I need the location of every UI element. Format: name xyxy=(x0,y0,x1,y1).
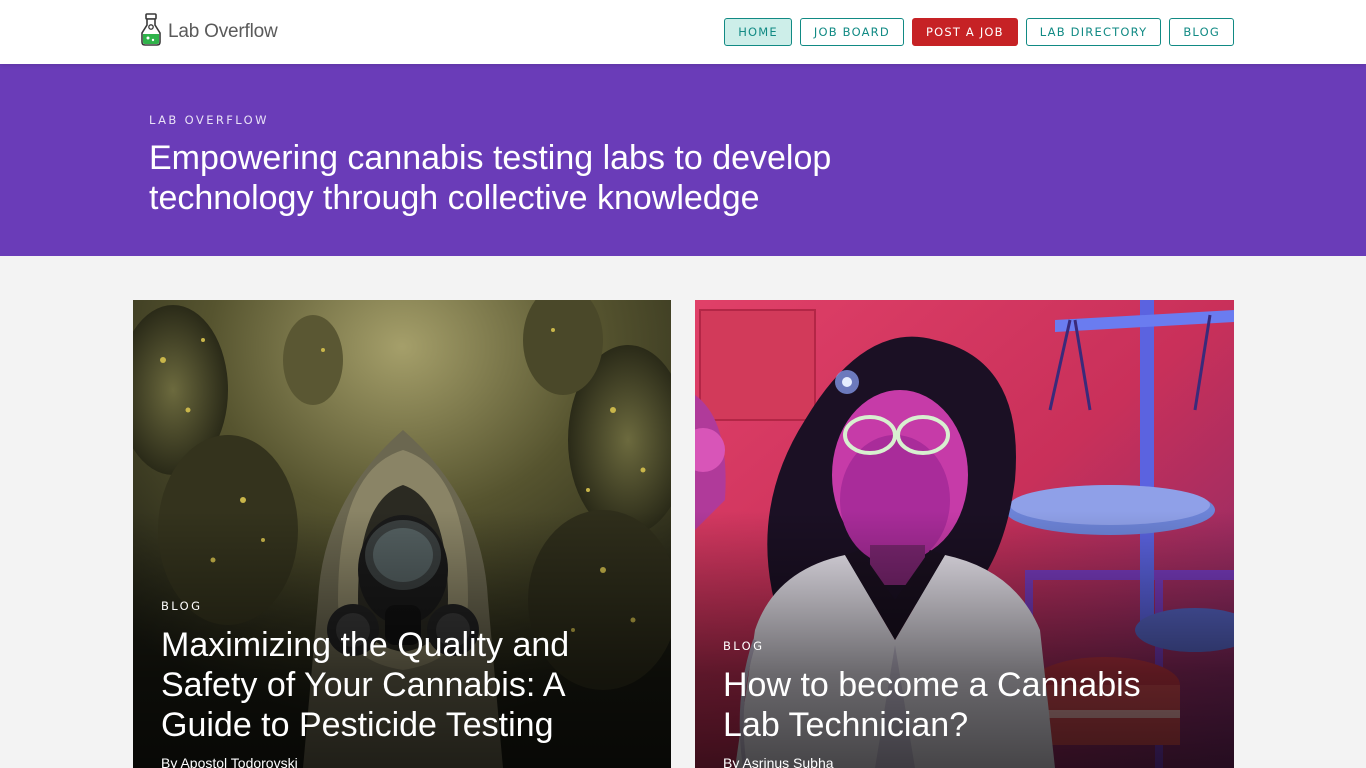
hero-title: Empowering cannabis testing labs to deve… xyxy=(149,139,832,217)
post-card-pesticide-testing[interactable]: BLOG Maximizing the Quality and Safety o… xyxy=(133,300,671,768)
post-category: BLOG xyxy=(161,599,203,613)
post-author: By Asrinus Subha xyxy=(723,755,834,768)
nav-home[interactable]: HOME xyxy=(724,18,792,46)
post-title: How to become a Cannabis Lab Technician? xyxy=(723,666,1141,744)
hero-banner: LAB OVERFLOW Empowering cannabis testing… xyxy=(0,64,1366,256)
logo-link[interactable]: Lab Overflow xyxy=(140,12,278,52)
post-author: By Apostol Todorovski xyxy=(161,755,298,768)
nav-job-board[interactable]: JOB BOARD xyxy=(799,18,904,46)
post-card-text: BLOG How to become a Cannabis Lab Techni… xyxy=(723,639,1206,768)
top-header: Lab Overflow HOME JOB BOARD POST A JOB L… xyxy=(0,0,1366,64)
flask-logo-icon xyxy=(140,12,162,52)
post-card-lab-technician[interactable]: BLOG How to become a Cannabis Lab Techni… xyxy=(695,300,1234,768)
main-nav: HOME JOB BOARD POST A JOB LAB DIRECTORY … xyxy=(724,18,1234,46)
post-card-text: BLOG Maximizing the Quality and Safety o… xyxy=(161,599,643,768)
hero-kicker: LAB OVERFLOW xyxy=(149,113,269,127)
logo-text: Lab Overflow xyxy=(168,21,278,42)
post-category: BLOG xyxy=(723,639,765,653)
nav-blog[interactable]: BLOG xyxy=(1169,18,1234,46)
nav-post-a-job[interactable]: POST A JOB xyxy=(911,18,1018,46)
nav-lab-directory[interactable]: LAB DIRECTORY xyxy=(1025,18,1162,46)
post-title: Maximizing the Quality and Safety of You… xyxy=(161,626,570,744)
